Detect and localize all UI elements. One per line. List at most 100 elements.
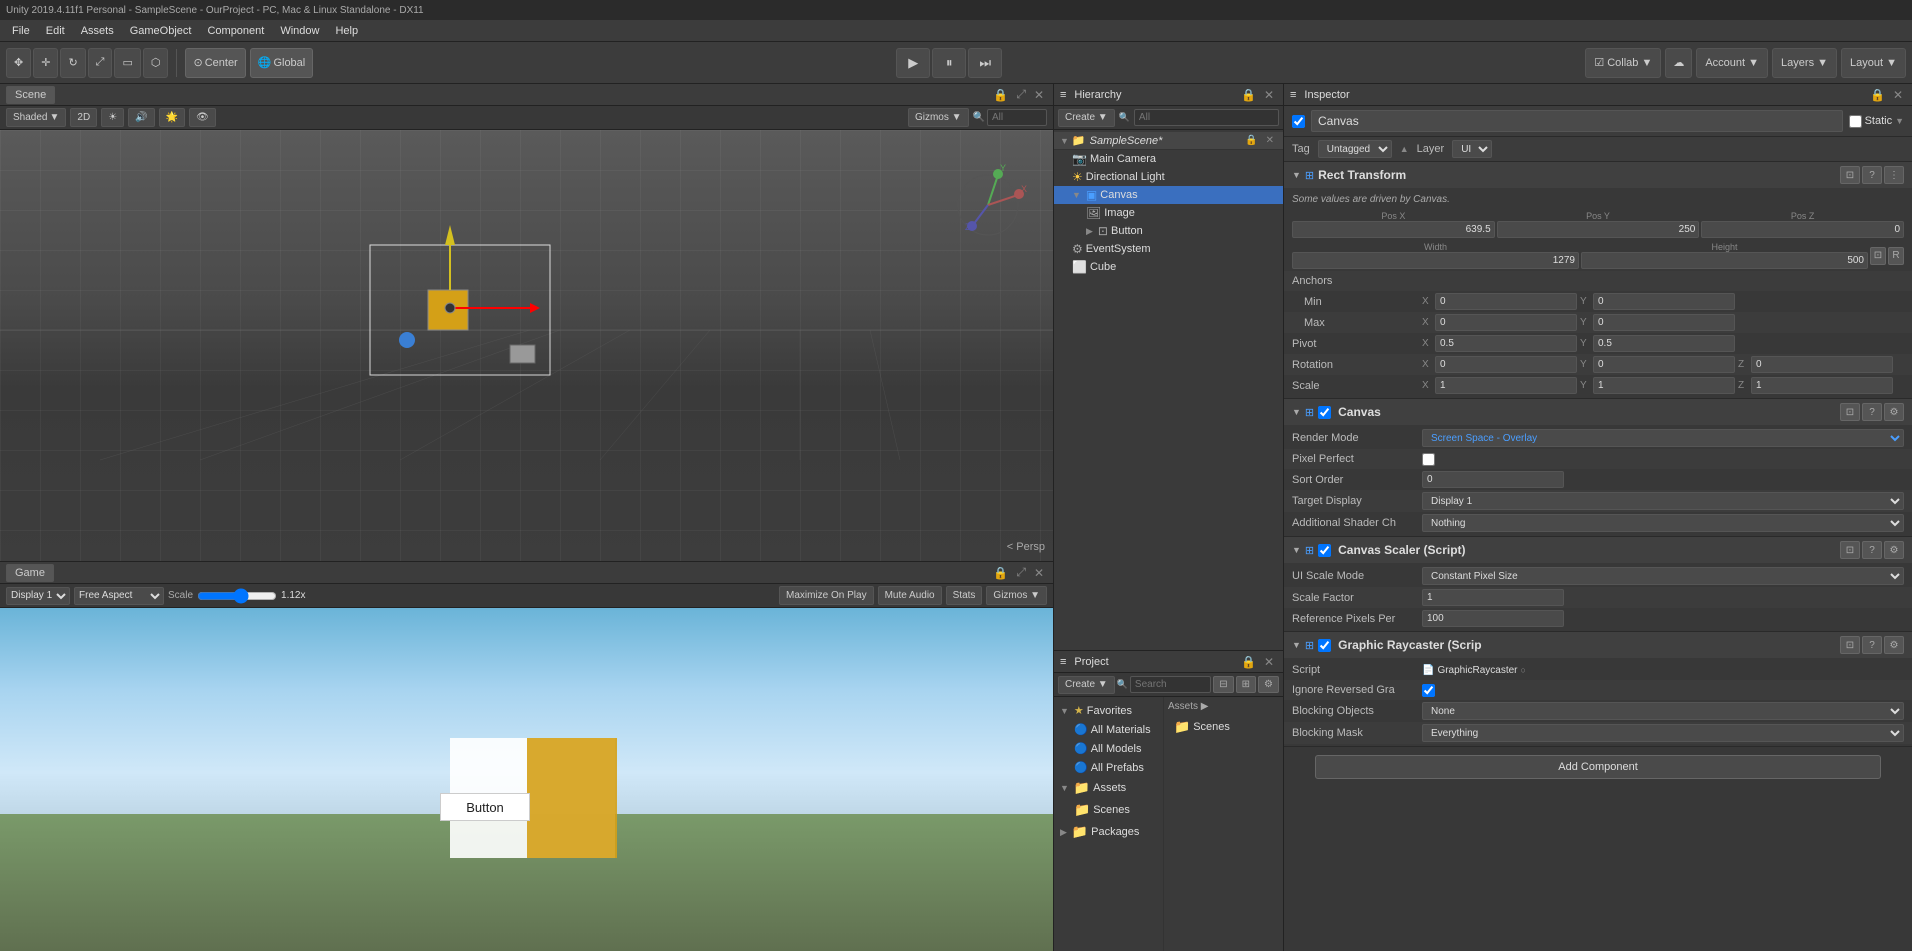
- space-btn[interactable]: 🌐 Global: [250, 48, 314, 78]
- scene-maximize-btn[interactable]: ⤢: [1013, 86, 1029, 103]
- assets-header[interactable]: ▼ 📁 Assets: [1054, 777, 1163, 799]
- scene-audio-btn[interactable]: 🔊: [128, 108, 154, 127]
- scene-close-icon[interactable]: ✕: [1263, 134, 1277, 147]
- stats-btn[interactable]: Stats: [946, 586, 983, 605]
- object-enabled-checkbox[interactable]: [1292, 115, 1305, 128]
- additional-shader-select[interactable]: Nothing: [1422, 514, 1904, 532]
- graphic-raycaster-header[interactable]: ▼ ⊞ Graphic Raycaster (Scrip ⊡ ? ⚙: [1284, 632, 1912, 658]
- hierarchy-item-eventsystem[interactable]: ⚙ EventSystem: [1054, 240, 1283, 258]
- cloud-button[interactable]: ☁: [1665, 48, 1692, 78]
- project-lock-btn[interactable]: 🔒: [1238, 654, 1259, 670]
- height-field[interactable]: [1581, 252, 1868, 269]
- project-search[interactable]: [1130, 676, 1211, 693]
- hierarchy-item-image[interactable]: 🖼 Image: [1054, 204, 1283, 222]
- tool-rect[interactable]: ▭: [114, 48, 140, 78]
- tool-hand[interactable]: ✥: [6, 48, 31, 78]
- play-button[interactable]: ▶: [896, 48, 930, 78]
- hierarchy-item-button[interactable]: ▶ ⊡ Button: [1054, 222, 1283, 240]
- static-checkbox[interactable]: [1849, 115, 1862, 128]
- scene-effects-btn[interactable]: 🌟: [159, 108, 185, 127]
- blocking-mask-select[interactable]: Everything: [1422, 724, 1904, 742]
- menu-help[interactable]: Help: [327, 23, 366, 39]
- scale-factor-field[interactable]: [1422, 589, 1564, 606]
- scene-lock-icon[interactable]: 🔒: [1242, 134, 1260, 147]
- tool-move[interactable]: ✛: [33, 48, 58, 78]
- hierarchy-item-cube[interactable]: ⬜ Cube: [1054, 258, 1283, 276]
- menu-file[interactable]: File: [4, 23, 38, 39]
- layers-button[interactable]: Layers ▼: [1772, 48, 1837, 78]
- aspect-select[interactable]: Free Aspect: [74, 587, 164, 605]
- scale-z-field[interactable]: [1751, 377, 1893, 394]
- game-tab[interactable]: Game: [6, 564, 54, 582]
- pixel-perfect-checkbox[interactable]: [1422, 453, 1435, 466]
- packages-header[interactable]: ▶ 📁 Packages: [1054, 821, 1163, 843]
- menu-assets[interactable]: Assets: [73, 23, 122, 39]
- wh-reset-btn[interactable]: R: [1888, 247, 1904, 265]
- pivot-btn[interactable]: ⊙ Center: [185, 48, 245, 78]
- project-scenes-folder[interactable]: 📁 Scenes: [1054, 799, 1163, 821]
- game-viewport[interactable]: Button: [0, 608, 1053, 951]
- scene-close-btn[interactable]: ✕: [1031, 86, 1047, 103]
- add-component-button[interactable]: Add Component: [1315, 755, 1880, 779]
- hierarchy-item-canvas[interactable]: ▼ ▣ Canvas: [1054, 186, 1283, 204]
- game-maximize-btn[interactable]: ⤢: [1013, 564, 1029, 581]
- inspector-close-btn[interactable]: ✕: [1890, 87, 1906, 103]
- anchor-max-y-field[interactable]: [1593, 314, 1735, 331]
- favorites-header[interactable]: ▼ ★ Favorites: [1054, 701, 1163, 720]
- display-select[interactable]: Display 1: [6, 587, 70, 605]
- static-dropdown-arrow[interactable]: ▼: [1895, 116, 1904, 126]
- scene-search[interactable]: [987, 109, 1047, 126]
- rect-transform-info-btn[interactable]: ?: [1862, 166, 1882, 184]
- canvas-button[interactable]: Button: [440, 793, 530, 821]
- tool-transform[interactable]: ⬡: [143, 48, 169, 78]
- anchor-min-y-field[interactable]: [1593, 293, 1735, 310]
- graphic-raycaster-menu-btn[interactable]: ⚙: [1884, 636, 1904, 654]
- scene-tab[interactable]: Scene: [6, 86, 55, 104]
- blocking-objects-select[interactable]: None: [1422, 702, 1904, 720]
- tool-scale[interactable]: ⤢: [88, 48, 113, 78]
- mute-audio-btn[interactable]: Mute Audio: [878, 586, 942, 605]
- pos-z-field[interactable]: [1701, 221, 1904, 238]
- ui-scale-mode-select[interactable]: Constant Pixel Size: [1422, 567, 1904, 585]
- game-gizmos-btn[interactable]: Gizmos ▼: [986, 586, 1047, 605]
- scene-light-btn[interactable]: ☀: [101, 108, 124, 127]
- ignore-reversed-checkbox[interactable]: [1422, 684, 1435, 697]
- pause-button[interactable]: ⏸: [932, 48, 966, 78]
- scale-x-field[interactable]: [1435, 377, 1577, 394]
- canvas-scaler-ref-btn[interactable]: ⊡: [1840, 541, 1860, 559]
- canvas-scaler-info-btn[interactable]: ?: [1862, 541, 1882, 559]
- graphic-raycaster-ref-btn[interactable]: ⊡: [1840, 636, 1860, 654]
- step-button[interactable]: ⏭: [968, 48, 1002, 78]
- ref-pixels-field[interactable]: [1422, 610, 1564, 627]
- canvas-comp-checkbox[interactable]: [1318, 406, 1331, 419]
- shaded-dropdown[interactable]: Shaded ▼: [6, 108, 66, 127]
- pos-y-field[interactable]: [1497, 221, 1700, 238]
- object-name-field[interactable]: [1311, 110, 1843, 132]
- rect-transform-menu-btn[interactable]: ⋮: [1884, 166, 1904, 184]
- gizmos-btn[interactable]: Gizmos ▼: [908, 108, 969, 127]
- tool-rotate[interactable]: ↻: [60, 48, 85, 78]
- scene-viewport[interactable]: Y X Z < Persp: [0, 130, 1053, 561]
- hierarchy-item-directional-light[interactable]: ☀ Directional Light: [1054, 168, 1283, 186]
- 2d-button[interactable]: 2D: [70, 108, 97, 127]
- project-right-scenes[interactable]: 📁 Scenes: [1168, 716, 1279, 738]
- account-button[interactable]: Account ▼: [1696, 48, 1768, 78]
- menu-window[interactable]: Window: [272, 23, 327, 39]
- project-all-materials[interactable]: 🔵 All Materials: [1054, 720, 1163, 739]
- scale-y-field[interactable]: [1593, 377, 1735, 394]
- inspector-lock-btn[interactable]: 🔒: [1867, 87, 1888, 103]
- sort-order-field[interactable]: [1422, 471, 1564, 488]
- canvas-scaler-checkbox[interactable]: [1318, 544, 1331, 557]
- scene-hidden-btn[interactable]: 👁: [189, 108, 216, 127]
- pivot-x-field[interactable]: [1435, 335, 1577, 352]
- project-all-prefabs[interactable]: 🔵 All Prefabs: [1054, 758, 1163, 777]
- rot-y-field[interactable]: [1593, 356, 1735, 373]
- canvas-comp-ref-btn[interactable]: ⊡: [1840, 403, 1860, 421]
- hierarchy-search[interactable]: [1134, 109, 1279, 126]
- canvas-component-header[interactable]: ▼ ⊞ Canvas ⊡ ? ⚙: [1284, 399, 1912, 425]
- game-lock-btn[interactable]: 🔒: [990, 564, 1011, 581]
- graphic-raycaster-checkbox[interactable]: [1318, 639, 1331, 652]
- project-close-btn[interactable]: ✕: [1261, 654, 1277, 670]
- project-view-btn1[interactable]: ⊟: [1213, 676, 1233, 693]
- wh-constrain-btn[interactable]: ⊡: [1870, 247, 1886, 265]
